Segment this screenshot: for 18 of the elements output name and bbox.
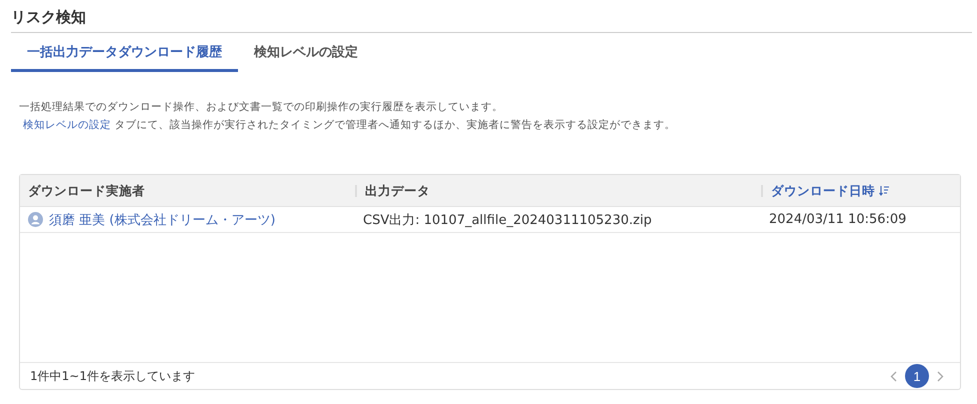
table-cell-text: 2024/03/11 10:56:09 <box>768 212 908 227</box>
chevron-right-icon[interactable] <box>937 370 944 382</box>
page-button[interactable]: 1 <box>905 364 929 388</box>
tab[interactable]: 検知レベルの設定 <box>238 36 374 72</box>
chevron-left-icon[interactable] <box>890 370 897 382</box>
column-header[interactable]: ダウンロード日時 <box>761 184 960 196</box>
description-text: 一括処理結果でのダウンロード操作、および文書一覧での印刷操作の実行履歴を表示しています。 <box>19 100 504 115</box>
user-link[interactable]: 須磨 亜美 (株式会社ドリーム・アーツ) <box>49 210 276 228</box>
settings-link[interactable]: 検知レベルの設定 <box>19 119 111 131</box>
sort-icon <box>879 185 890 196</box>
column-header[interactable]: ダウンロード実施者 <box>20 184 355 196</box>
page-title: リスク検知 <box>11 8 972 33</box>
result-count: 1件中1~1件を表示しています <box>30 368 195 384</box>
description-text: 検知レベルの設定 タブにて、該当操作が実行されたタイミングで管理者へ通知するほか、実施者に警告を表示する設定ができます。 <box>19 116 972 134</box>
table-cell-text: CSV出力: 10107_allfile_20240311105230.zip <box>362 212 653 228</box>
tab[interactable]: 一括出力データダウンロード履歴 <box>11 36 238 72</box>
column-header[interactable]: 出力データ <box>355 184 761 196</box>
user-avatar-icon <box>28 212 43 227</box>
